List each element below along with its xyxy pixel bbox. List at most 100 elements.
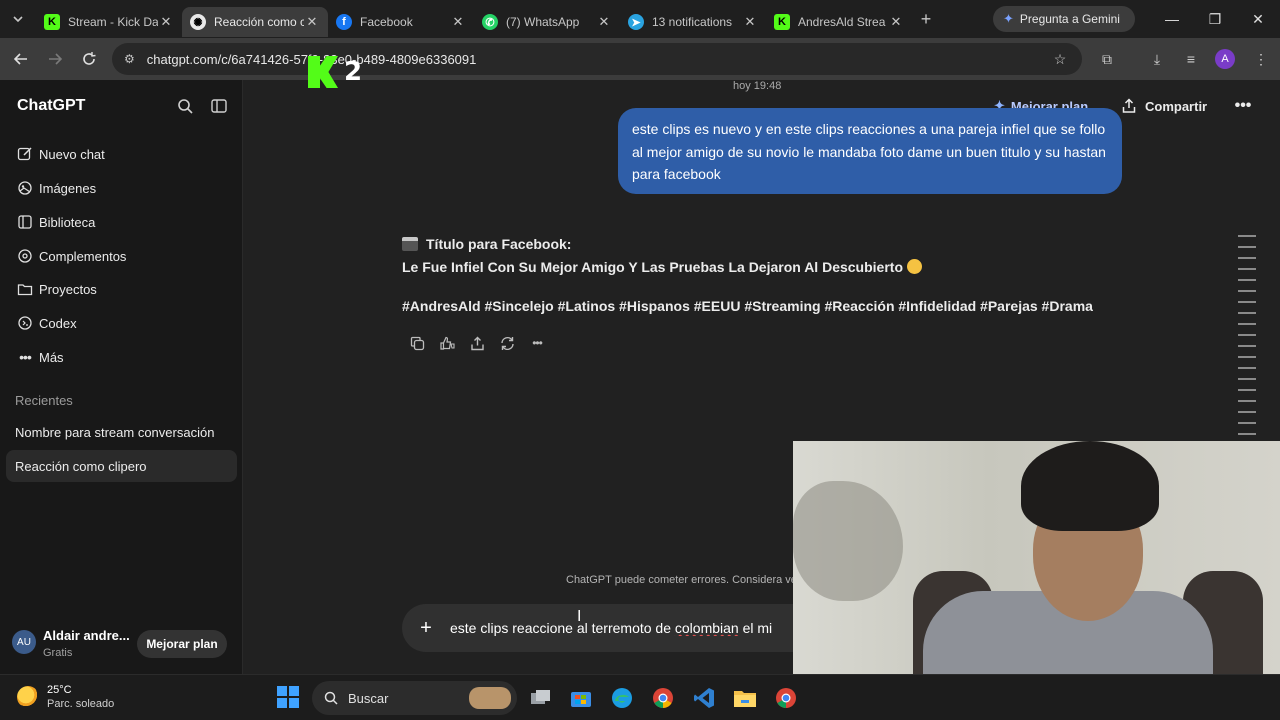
recent-chat-label: Nombre para stream conversación <box>15 424 215 440</box>
sidebar-item-label: Proyectos <box>39 281 97 297</box>
recent-chat-item[interactable]: Nombre para stream conversación <box>6 416 237 448</box>
back-button[interactable] <box>4 42 38 76</box>
message-timestamp: hoy 19:48 <box>733 80 782 92</box>
share-icon <box>470 336 484 350</box>
file-explorer-icon[interactable] <box>730 683 760 713</box>
conversation-options-button[interactable]: ••• <box>1231 94 1255 118</box>
close-window-button[interactable]: ✕ <box>1236 0 1280 38</box>
sidebar-item-codex[interactable]: Codex <box>6 307 237 339</box>
sidebar: ChatGPT Nuevo chat Imágenes Biblioteca C… <box>0 80 243 674</box>
recent-chat-label: Reacción como clipero <box>15 458 147 474</box>
codex-icon <box>16 315 34 331</box>
more-icon: ••• <box>19 349 32 365</box>
recent-chat-item-active[interactable]: Reacción como clipero <box>6 450 237 482</box>
sidebar-item-apps[interactable]: Complementos <box>6 240 237 272</box>
edge-icon[interactable] <box>607 683 637 713</box>
copy-button[interactable] <box>402 332 432 354</box>
close-icon[interactable]: ✕ <box>596 14 612 30</box>
sidebar-item-new-chat[interactable]: Nuevo chat <box>6 138 237 170</box>
user-name: Aldair andre... <box>43 628 130 643</box>
kick-icon: K <box>44 14 60 30</box>
tab-search-button[interactable] <box>0 0 36 38</box>
sidebar-item-label: Imágenes <box>39 180 97 196</box>
assistant-title: Título para Facebook: <box>426 236 572 252</box>
webcam-overlay <box>793 441 1280 674</box>
browser-tab-whatsapp[interactable]: ✆ (7) WhatsApp ✕ <box>474 7 620 37</box>
kick-overlay-logo: 2 <box>308 55 372 89</box>
browser-tab-kick[interactable]: K Stream - Kick Da ✕ <box>36 7 182 37</box>
more-horizontal-icon: ••• <box>532 336 543 350</box>
user-message: este clips es nuevo y en este clips reac… <box>618 108 1122 194</box>
sidebar-item-label: Nuevo chat <box>39 146 105 162</box>
address-bar[interactable]: ⚙ chatgpt.com/c/6a741426-57f0-83e0-b489-… <box>112 43 1082 75</box>
windows-taskbar: 25°C Parc. soleado Buscar <box>0 674 1280 720</box>
extensions-icon[interactable]: ⧉ <box>1091 38 1123 80</box>
toggle-sidebar-button[interactable] <box>207 94 231 118</box>
task-view-icon[interactable] <box>526 683 556 713</box>
weather-widget[interactable]: 25°C Parc. soleado <box>17 683 114 711</box>
browser-tab-kick-stream[interactable]: K AndresAld Strea ✕ <box>766 7 912 37</box>
bookmark-star-icon[interactable]: ☆ <box>1044 38 1076 80</box>
facebook-icon: f <box>336 14 352 30</box>
share-message-button[interactable] <box>462 332 492 354</box>
downloads-icon[interactable]: ⤓ <box>1141 38 1173 80</box>
composer-text-after: el mi <box>738 620 773 636</box>
windows-start-icon[interactable] <box>277 686 299 708</box>
close-icon[interactable]: ✕ <box>304 14 320 30</box>
sidebar-item-projects[interactable]: Proyectos <box>6 273 237 305</box>
chatgpt-icon: ✺ <box>190 14 206 30</box>
gemini-button[interactable]: ✦ Pregunta a Gemini <box>993 6 1135 32</box>
browser-tab-telegram[interactable]: ➤ 13 notifications ✕ <box>620 7 766 37</box>
share-icon <box>1122 98 1136 113</box>
composer-text-before: este clips reaccione al terremoto de <box>450 620 675 636</box>
user-account[interactable]: AU Aldair andre... Gratis Mejorar plan <box>0 610 242 674</box>
sidebar-item-label: Codex <box>39 315 77 331</box>
telegram-icon: ➤ <box>628 14 644 30</box>
conversation-scroll-indicator[interactable] <box>1238 235 1256 444</box>
close-icon[interactable]: ✕ <box>888 14 904 30</box>
disclaimer-text: ChatGPT puede cometer errores. Considera… <box>566 574 797 586</box>
close-icon[interactable]: ✕ <box>158 14 174 30</box>
chrome-icon[interactable] <box>648 683 678 713</box>
browser-menu-icon[interactable]: ⋮ <box>1245 38 1277 80</box>
sidebar-item-label: Biblioteca <box>39 214 96 230</box>
share-button[interactable]: Compartir <box>1121 94 1207 118</box>
close-icon[interactable]: ✕ <box>450 14 466 30</box>
site-info-icon[interactable]: ⚙ <box>124 52 135 66</box>
images-icon <box>16 180 34 196</box>
shocked-emoji-icon <box>907 259 922 274</box>
gemini-label: Pregunta a Gemini <box>1019 12 1120 26</box>
search-chats-button[interactable] <box>173 94 197 118</box>
browser-tab-chatgpt[interactable]: ✺ Reacción como c ✕ <box>182 7 328 37</box>
restore-button[interactable]: ❐ <box>1193 0 1237 38</box>
tab-label: (7) WhatsApp <box>506 15 580 29</box>
sidebar-item-images[interactable]: Imágenes <box>6 172 237 204</box>
browser-tab-facebook[interactable]: f Facebook ✕ <box>328 7 474 37</box>
profile-button[interactable]: A <box>1209 38 1241 80</box>
browser-toolbar: ⚙ chatgpt.com/c/6a741426-57f0-83e0-b489-… <box>0 38 1280 80</box>
close-icon[interactable]: ✕ <box>742 14 758 30</box>
minimize-button[interactable]: — <box>1150 0 1194 38</box>
recents-heading: Recientes <box>15 393 73 408</box>
chrome-active-icon[interactable] <box>771 683 801 713</box>
forward-button[interactable] <box>38 42 72 76</box>
sidebar-item-library[interactable]: Biblioteca <box>6 206 237 238</box>
composer-input[interactable]: este clips reaccione al terremoto de col… <box>450 620 772 636</box>
new-tab-button[interactable]: + <box>912 9 940 30</box>
sidebar-upgrade-button[interactable]: Mejorar plan <box>137 630 227 658</box>
reload-button[interactable] <box>72 42 106 76</box>
message-actions: ••• <box>402 332 552 354</box>
microsoft-store-icon[interactable] <box>566 683 596 713</box>
brand-title[interactable]: ChatGPT <box>17 97 85 115</box>
sidebar-item-more[interactable]: ••• Más <box>6 341 237 373</box>
add-attachment-button[interactable]: + <box>402 617 450 640</box>
feedback-button[interactable] <box>432 332 462 354</box>
media-controls-icon[interactable]: ≡ <box>1175 38 1207 80</box>
chevron-down-icon <box>13 16 23 23</box>
regenerate-button[interactable] <box>492 332 522 354</box>
more-actions-button[interactable]: ••• <box>522 332 552 354</box>
sidebar-item-label: Complementos <box>39 248 127 264</box>
taskbar-search[interactable]: Buscar <box>312 681 517 715</box>
whatsapp-icon: ✆ <box>482 14 498 30</box>
vscode-icon[interactable] <box>689 683 719 713</box>
